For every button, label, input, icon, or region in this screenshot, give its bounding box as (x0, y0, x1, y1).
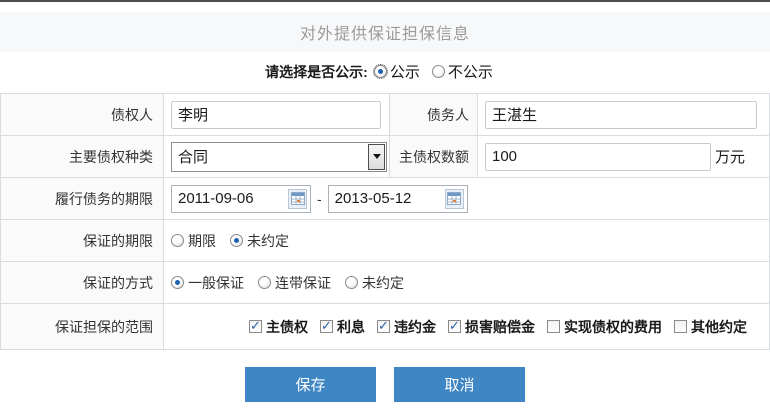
guarantee-period-label: 保证的期限 (1, 220, 164, 261)
radio-option-joint-guarantee[interactable]: 连带保证 (258, 273, 331, 293)
radio-public-label: 公示 (390, 61, 420, 82)
period-end-input[interactable]: 2013-05-12 (328, 185, 468, 213)
chevron-down-icon (373, 154, 381, 159)
creditor-label: 债权人 (1, 94, 164, 135)
radio-term-label: 期限 (188, 231, 216, 251)
radio-unagreed-period-icon[interactable] (230, 234, 243, 247)
debtor-input[interactable] (485, 101, 757, 129)
guarantee-form-table: 债权人 债务人 主要债权种类 合同 主债权数额 万元 履行债务的期限 (0, 93, 770, 350)
row-debt-type-amount: 主要债权种类 合同 主债权数额 万元 (1, 136, 769, 178)
row-performance-period: 履行债务的期限 2011-09-06 - (1, 178, 769, 220)
row-guarantee-scope: 保证担保的范围 主债权 利息 违约金 损害赔偿金 实现债权的费用 (1, 304, 769, 350)
calendar-button-end[interactable] (445, 189, 464, 209)
debtor-label: 债务人 (389, 94, 478, 135)
debt-amount-label: 主债权数额 (389, 136, 478, 177)
radio-not-public-icon[interactable] (432, 65, 445, 78)
creditor-input[interactable] (171, 101, 381, 129)
checkbox-realization-costs-label: 实现债权的费用 (564, 317, 662, 337)
radio-option-general-guarantee[interactable]: 一般保证 (171, 273, 244, 293)
checkbox-option-penalty[interactable]: 违约金 (377, 317, 436, 337)
checkbox-realization-costs-icon[interactable] (547, 320, 560, 333)
checkbox-damages-icon[interactable] (448, 320, 461, 333)
radio-option-unagreed-period[interactable]: 未约定 (230, 231, 289, 251)
row-creditor-debtor: 债权人 债务人 (1, 94, 769, 136)
radio-option-not-public[interactable]: 不公示 (432, 61, 493, 82)
radio-joint-guarantee-label: 连带保证 (275, 273, 331, 293)
guarantee-method-label: 保证的方式 (1, 262, 164, 303)
radio-unagreed-period-label: 未约定 (247, 231, 289, 251)
radio-option-term[interactable]: 期限 (171, 231, 216, 251)
checkbox-penalty-label: 违约金 (394, 317, 436, 337)
checkbox-other-icon[interactable] (674, 320, 687, 333)
performance-period-label: 履行债务的期限 (1, 178, 164, 219)
calendar-button-start[interactable] (288, 189, 307, 209)
checkbox-principal-claim-icon[interactable] (249, 320, 262, 333)
checkbox-option-principal-claim[interactable]: 主债权 (249, 317, 308, 337)
debt-type-selected-value: 合同 (178, 146, 208, 167)
period-start-input[interactable]: 2011-09-06 (171, 185, 311, 213)
radio-unagreed-method-icon[interactable] (345, 276, 358, 289)
checkbox-interest-icon[interactable] (320, 320, 333, 333)
checkbox-principal-claim-label: 主债权 (266, 317, 308, 337)
radio-term-icon[interactable] (171, 234, 184, 247)
radio-joint-guarantee-icon[interactable] (258, 276, 271, 289)
checkbox-option-interest[interactable]: 利息 (320, 317, 365, 337)
calendar-icon (447, 192, 461, 205)
checkbox-option-realization-costs[interactable]: 实现债权的费用 (547, 317, 662, 337)
debt-type-label: 主要债权种类 (1, 136, 164, 177)
publicity-label: 请选择是否公示: (265, 62, 368, 82)
checkbox-interest-label: 利息 (337, 317, 365, 337)
checkbox-option-other[interactable]: 其他约定 (674, 317, 747, 337)
page-header: 对外提供保证担保信息 (0, 12, 770, 52)
debt-type-select[interactable]: 合同 (171, 142, 387, 172)
checkbox-option-damages[interactable]: 损害赔偿金 (448, 317, 535, 337)
checkbox-damages-label: 损害赔偿金 (465, 317, 535, 337)
action-buttons: 保存 取消 (0, 367, 770, 402)
select-dropdown-button[interactable] (368, 144, 385, 170)
checkbox-other-label: 其他约定 (691, 317, 747, 337)
save-button[interactable]: 保存 (245, 367, 376, 402)
top-divider (0, 0, 770, 2)
radio-option-unagreed-method[interactable]: 未约定 (345, 273, 404, 293)
radio-not-public-label: 不公示 (448, 61, 493, 82)
calendar-icon (291, 192, 305, 205)
checkbox-penalty-icon[interactable] (377, 320, 390, 333)
page-title: 对外提供保证担保信息 (300, 20, 470, 44)
period-start-value: 2011-09-06 (178, 190, 288, 207)
radio-option-public[interactable]: 公示 (374, 61, 420, 82)
radio-public-icon[interactable] (374, 65, 387, 78)
debt-amount-unit: 万元 (715, 146, 745, 167)
row-guarantee-period: 保证的期限 期限 未约定 (1, 220, 769, 262)
radio-general-guarantee-icon[interactable] (171, 276, 184, 289)
radio-unagreed-method-label: 未约定 (362, 273, 404, 293)
radio-general-guarantee-label: 一般保证 (188, 273, 244, 293)
date-range-separator: - (317, 191, 322, 207)
period-end-value: 2013-05-12 (335, 190, 445, 207)
publicity-row: 请选择是否公示: 公示 不公示 (0, 58, 770, 85)
guarantee-scope-label: 保证担保的范围 (1, 304, 164, 349)
row-guarantee-method: 保证的方式 一般保证 连带保证 未约定 (1, 262, 769, 304)
cancel-button[interactable]: 取消 (394, 367, 525, 402)
debt-amount-input[interactable] (485, 143, 711, 171)
